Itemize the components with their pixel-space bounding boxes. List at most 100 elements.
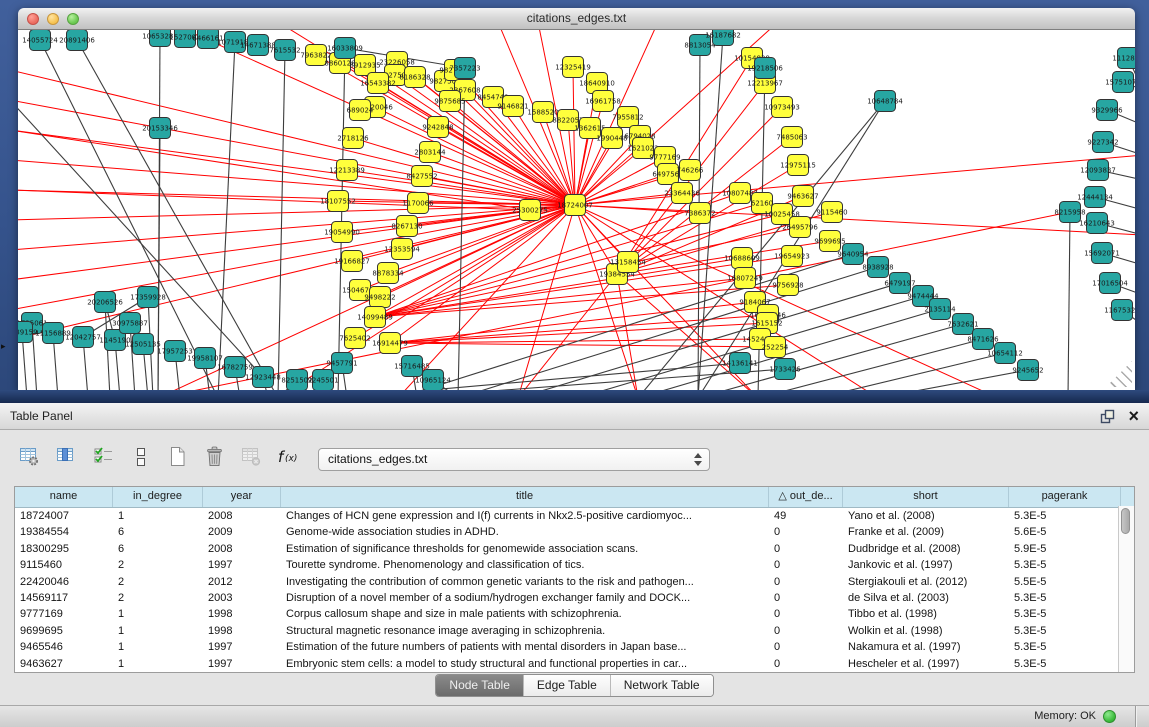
close-button[interactable]: [27, 13, 39, 25]
table-cell[interactable]: Jankovic et al. (1997): [843, 557, 1009, 573]
network-node[interactable]: 9699695: [814, 231, 845, 252]
network-node[interactable]: 23364436: [664, 183, 700, 204]
table-cell[interactable]: 5.3E-5: [1009, 557, 1121, 573]
table-cell[interactable]: 6: [113, 541, 203, 557]
tab-network-table[interactable]: Network Table: [610, 675, 713, 696]
show-columns-checklist-button[interactable]: [90, 446, 117, 473]
network-node[interactable]: 8938928: [862, 257, 893, 278]
table-cell[interactable]: Wolkin et al. (1998): [843, 623, 1009, 639]
table-cell[interactable]: Tibbo et al. (1998): [843, 606, 1009, 622]
table-cell[interactable]: 9777169: [15, 606, 113, 622]
table-cell[interactable]: 0: [769, 524, 843, 540]
table-cell[interactable]: Yano et al. (2008): [843, 508, 1009, 524]
table-cell[interactable]: 1997: [203, 656, 281, 672]
network-node[interactable]: 6479197: [884, 273, 915, 294]
table-row[interactable]: 2242004622012Investigating the contribut…: [15, 574, 1134, 590]
network-node[interactable]: 19166827: [334, 251, 370, 272]
network-node[interactable]: 12444134: [1077, 187, 1113, 208]
network-node[interactable]: 12213389: [329, 160, 365, 181]
table-cell[interactable]: 1: [113, 623, 203, 639]
column-header-name[interactable]: name: [15, 487, 113, 507]
table-row[interactable]: 911546021997Tourette syndrome. Phenomeno…: [15, 557, 1134, 573]
table-cell[interactable]: de Silva et al. (2003): [843, 590, 1009, 606]
table-settings-button[interactable]: [16, 446, 43, 473]
table-row[interactable]: 1830029562008Estimation of significance …: [15, 541, 1134, 557]
table-cell[interactable]: 14569117: [15, 590, 113, 606]
network-node[interactable]: 14136141: [722, 353, 758, 374]
table-cell[interactable]: Estimation of significance thresholds fo…: [281, 541, 769, 557]
table-panel-titlebar[interactable]: Table Panel ×: [0, 403, 1149, 430]
network-node[interactable]: 9329966: [1091, 100, 1123, 121]
table-cell[interactable]: 18724007: [15, 508, 113, 524]
network-node[interactable]: 14055724: [22, 30, 58, 51]
network-node[interactable]: 9463627: [787, 186, 818, 207]
table-row[interactable]: 1872400712008Changes of HCN gene express…: [15, 508, 1134, 524]
table-cell[interactable]: Embryonic stem cells: a model to study s…: [281, 656, 769, 672]
table-cell[interactable]: 1: [113, 639, 203, 655]
table-cell[interactable]: 2003: [203, 590, 281, 606]
network-node[interactable]: 8878334: [372, 263, 404, 284]
network-node[interactable]: 12325419: [555, 57, 591, 78]
table-scrollbar[interactable]: [1118, 506, 1134, 672]
column-header-out_de[interactable]: △ out_de...: [769, 487, 843, 507]
new-column-button[interactable]: [164, 446, 191, 473]
table-cell[interactable]: 6: [113, 524, 203, 540]
table-cell[interactable]: 5.6E-5: [1009, 524, 1121, 540]
table-cell[interactable]: 1: [113, 508, 203, 524]
table-cell[interactable]: 2008: [203, 541, 281, 557]
network-node[interactable]: 15751074: [1105, 72, 1135, 93]
table-cell[interactable]: 9115460: [15, 557, 113, 573]
column-header-pagerank[interactable]: pagerank: [1009, 487, 1121, 507]
network-node[interactable]: 7615532: [269, 40, 300, 61]
network-node[interactable]: 15692071: [1084, 243, 1120, 264]
float-window-icon[interactable]: [1100, 409, 1115, 424]
table-cell[interactable]: 1998: [203, 606, 281, 622]
table-cell[interactable]: 0: [769, 541, 843, 557]
network-canvas[interactable]: 1872400779638228860128891293523226058982…: [18, 30, 1135, 390]
table-cell[interactable]: 0: [769, 590, 843, 606]
column-header-short[interactable]: short: [843, 487, 1009, 507]
tab-edge-table[interactable]: Edge Table: [523, 675, 610, 696]
table-cell[interactable]: 19384554: [15, 524, 113, 540]
table-cell[interactable]: 2009: [203, 524, 281, 540]
network-node[interactable]: 689024: [347, 100, 374, 121]
table-cell[interactable]: 1997: [203, 557, 281, 573]
network-node[interactable]: 8186328: [399, 67, 430, 88]
zoom-button[interactable]: [67, 13, 79, 25]
table-cell[interactable]: 5.3E-5: [1009, 623, 1121, 639]
network-node[interactable]: 17016504: [1092, 273, 1128, 294]
table-cell[interactable]: Tourette syndrome. Phenomenology and cla…: [281, 557, 769, 573]
column-header-year[interactable]: year: [203, 487, 281, 507]
network-node[interactable]: 9640954: [837, 244, 869, 265]
scrollbar-thumb[interactable]: [1121, 508, 1130, 534]
tab-node-table[interactable]: Node Table: [436, 675, 523, 696]
table-cell[interactable]: 9699695: [15, 623, 113, 639]
table-selector-dropdown[interactable]: citations_edges.txt: [318, 448, 710, 471]
table-cell[interactable]: Hescheler et al. (1997): [843, 656, 1009, 672]
close-panel-icon[interactable]: ×: [1128, 407, 1139, 425]
table-cell[interactable]: 5.9E-5: [1009, 541, 1121, 557]
table-cell[interactable]: 0: [769, 623, 843, 639]
network-node[interactable]: 1170066: [402, 193, 434, 214]
table-cell[interactable]: 5.5E-5: [1009, 574, 1121, 590]
network-node[interactable]: 7485063: [776, 127, 807, 148]
table-cell[interactable]: 0: [769, 639, 843, 655]
table-row[interactable]: 946362711997Embryonic stem cells: a mode…: [15, 656, 1134, 672]
minimize-button[interactable]: [47, 13, 59, 25]
table-cell[interactable]: 1998: [203, 623, 281, 639]
network-node[interactable]: 7386372: [684, 203, 715, 224]
table-cell[interactable]: 1: [113, 606, 203, 622]
table-cell[interactable]: 0: [769, 574, 843, 590]
network-node[interactable]: 7357223: [449, 58, 480, 79]
table-cell[interactable]: 2008: [203, 508, 281, 524]
network-node[interactable]: 2718126: [337, 128, 369, 149]
table-cell[interactable]: 1997: [203, 639, 281, 655]
table-cell[interactable]: Genome-wide association studies in ADHD.: [281, 524, 769, 540]
network-node[interactable]: 9242848: [422, 117, 453, 138]
table-cell[interactable]: 1: [113, 656, 203, 672]
table-cell[interactable]: Structural magnetic resonance image aver…: [281, 623, 769, 639]
network-node[interactable]: 9115460: [816, 202, 847, 223]
network-node[interactable]: 9245652: [1012, 360, 1043, 381]
network-node[interactable]: 11675328: [1104, 300, 1135, 321]
network-node[interactable]: 9227342: [1087, 132, 1118, 153]
